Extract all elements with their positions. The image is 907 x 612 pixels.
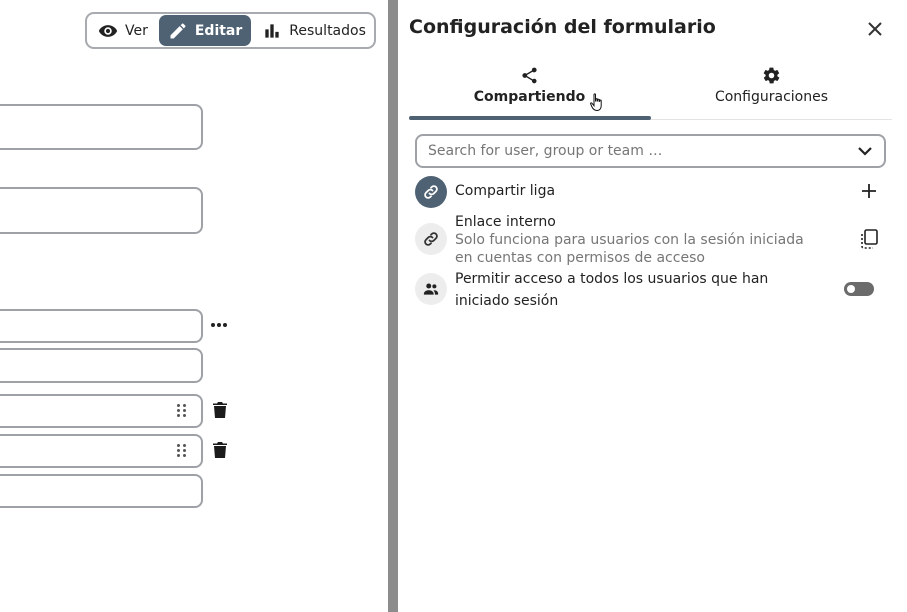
link-avatar [415,176,447,208]
question-description-input[interactable] [0,348,203,383]
users-icon [423,283,439,295]
form-settings-sidebar: Configuración del formulario Compartiend… [398,4,900,612]
share-icon [522,67,537,84]
answer-option-input[interactable] [0,394,203,428]
share-link-row: Compartir liga [415,176,886,208]
view-mode-switch: Ver Editar Resultados [85,12,376,49]
gear-icon [763,67,780,84]
users-avatar [415,273,447,305]
bar-chart-icon [265,23,279,38]
view-mode-button[interactable]: Ver [89,15,157,46]
add-option-input[interactable] [0,474,203,508]
link-icon [424,232,438,246]
results-mode-label: Resultados [289,22,366,39]
tab-settings-label: Configuraciones [714,89,829,105]
add-icon [862,184,876,198]
delete-option-icon[interactable] [213,442,227,459]
results-mode-button[interactable]: Resultados [253,15,375,46]
all-users-access-toggle[interactable] [844,282,874,296]
question-title-input[interactable] [0,309,203,343]
hand-cursor-icon [590,93,602,111]
all-users-access-label: Permitir acceso a todos los usuarios que… [455,271,769,309]
share-search-select[interactable] [415,134,886,168]
answer-option-input[interactable] [0,434,203,468]
sidebar-tabs: Compartiendo Configuraciones [409,62,892,120]
delete-option-icon[interactable] [213,402,227,419]
internal-link-avatar [415,223,447,255]
add-share-link-button[interactable] [862,183,876,202]
drag-handle-icon[interactable] [176,444,188,458]
close-sidebar-button[interactable] [864,18,886,40]
pane-resize-divider[interactable] [388,0,398,612]
question-menu-icon[interactable] [211,318,229,332]
chevron-down-icon[interactable] [857,143,873,159]
view-mode-label: Ver [125,22,148,39]
tab-sharing[interactable]: Compartiendo [409,62,650,120]
internal-link-row: Enlace interno Solo funciona para usuari… [415,213,886,267]
internal-link-description: Solo funciona para usuarios con la sesió… [455,232,804,266]
drag-handle-icon[interactable] [176,404,188,418]
eye-icon [98,24,118,37]
copy-icon [861,229,878,249]
pencil-icon [170,23,186,38]
active-tab-indicator [409,116,651,120]
tab-sharing-label: Compartiendo [473,89,586,105]
form-title-input[interactable] [0,104,203,150]
share-search-input[interactable] [428,143,857,159]
sidebar-title: Configuración del formulario [409,16,716,38]
edit-mode-button[interactable]: Editar [158,15,252,46]
tab-settings[interactable]: Configuraciones [651,62,892,120]
form-editor-pane: Ver Editar Resultados [0,0,388,612]
copy-internal-link-button[interactable] [860,229,878,253]
edit-mode-label: Editar [194,22,243,39]
toggle-switch[interactable] [844,282,874,296]
link-icon [424,185,438,199]
all-users-access-row: Permitir acceso a todos los usuarios que… [415,268,886,312]
close-icon [868,22,882,36]
share-link-label: Compartir liga [455,183,556,199]
form-description-input[interactable] [0,187,203,234]
internal-link-label: Enlace interno [455,214,556,230]
